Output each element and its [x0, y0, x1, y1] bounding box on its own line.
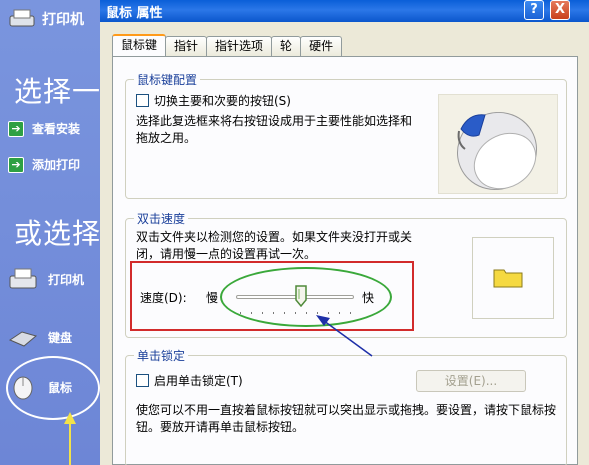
- slider-tick: [262, 312, 263, 314]
- title-bar[interactable]: 鼠标 属性 ? X: [100, 0, 589, 22]
- arrow-icon: ➔: [8, 156, 24, 173]
- category-printer[interactable]: 打印机: [8, 266, 84, 292]
- slider-tick: [306, 312, 307, 314]
- button-config-group: 鼠标键配置 切换主要和次要的按钮(S) 选择此复选框来将右按钮设成用于主要性能如…: [125, 71, 567, 199]
- control-panel-sidebar: 打印机 选择一 ➔ 查看安装 ➔ 添加打印 或选择 打印机 键盘 鼠标: [0, 0, 106, 465]
- click-lock-option[interactable]: 启用单击锁定(T): [136, 372, 243, 389]
- button-config-label: 鼠标键配置: [134, 71, 201, 88]
- tab-pointer-options[interactable]: 指针选项: [206, 36, 273, 56]
- printer-icon: [9, 268, 37, 289]
- click-lock-label: 单击锁定: [134, 347, 189, 364]
- speed-label: 速度(D):: [140, 291, 187, 305]
- speed-slider-thumb[interactable]: [295, 285, 307, 307]
- printers-header: 打印机: [8, 8, 84, 30]
- switch-buttons-checkbox[interactable]: [136, 94, 149, 107]
- tab-pointers[interactable]: 指针: [165, 36, 208, 56]
- slider-tick: [273, 312, 274, 314]
- slider-tick: [317, 312, 318, 314]
- settings-button[interactable]: 设置(E)...: [416, 370, 526, 392]
- slider-tick: [240, 312, 241, 314]
- slider-tick: [251, 312, 252, 314]
- click-lock-checkbox-label: 启用单击锁定(T): [154, 374, 243, 388]
- task-add-printer[interactable]: ➔ 添加打印: [8, 156, 80, 173]
- click-lock-group: 单击锁定 启用单击锁定(T) 设置(E)... 使您可以不用一直按着鼠标按钮就可…: [125, 347, 567, 465]
- switch-buttons-description: 选择此复选框来将右按钮设成用于主要性能如选择和拖放之用。: [136, 114, 413, 145]
- slider-tick: [350, 312, 351, 314]
- help-button[interactable]: ?: [524, 0, 544, 20]
- tab-strip: 鼠标键 指针 指针选项 轮 硬件: [112, 34, 343, 56]
- printers-title: 打印机: [42, 12, 84, 28]
- task-add-label: 添加打印: [32, 158, 81, 172]
- close-button[interactable]: X: [550, 0, 570, 20]
- tab-buttons[interactable]: 鼠标键: [112, 34, 167, 56]
- folder-icon[interactable]: [493, 266, 523, 288]
- switch-buttons-label: 切换主要和次要的按钮(S): [154, 94, 291, 108]
- task-view-label: 查看安装: [32, 122, 81, 136]
- switch-buttons-option[interactable]: 切换主要和次要的按钮(S): [136, 92, 291, 109]
- slider-tick: [295, 312, 296, 314]
- tab-panel: 鼠标键配置 切换主要和次要的按钮(S) 选择此复选框来将右按钮设成用于主要性能如…: [112, 56, 578, 465]
- double-click-label: 双击速度: [134, 210, 189, 227]
- category-printer-label: 打印机: [48, 272, 85, 287]
- printer-icon: [9, 9, 35, 27]
- slider-tick: [339, 312, 340, 314]
- dialog-title: 鼠标 属性: [106, 6, 163, 21]
- annotation-arrow-icon: [64, 412, 76, 465]
- slider-ticks: [240, 312, 351, 314]
- category-keyboard[interactable]: 键盘: [8, 324, 72, 350]
- double-click-description: 双击文件夹以检测您的设置。如果文件夹没打开或关闭，请用慢一点的设置再试一次。: [136, 230, 413, 261]
- click-lock-description: 使您可以不用一直按着鼠标按钮就可以突出显示或拖拽。要设置，请按下鼠标按钮。要放开…: [136, 403, 557, 434]
- annotation-box: 速度(D): 慢 快: [130, 261, 414, 331]
- tab-wheel[interactable]: 轮: [271, 36, 302, 56]
- mouse-preview: [438, 94, 558, 194]
- or-pick-heading: 或选择: [14, 217, 102, 250]
- test-area[interactable]: [472, 237, 554, 319]
- arrow-icon: ➔: [8, 120, 24, 137]
- mouse-illustration-icon: [456, 111, 538, 191]
- click-lock-checkbox[interactable]: [136, 374, 149, 387]
- tab-hardware[interactable]: 硬件: [300, 36, 343, 56]
- keyboard-icon: [8, 331, 38, 347]
- task-view-installed[interactable]: ➔ 查看安装: [8, 120, 80, 137]
- slow-label: 慢: [206, 291, 219, 305]
- slider-tick: [328, 312, 329, 314]
- category-keyboard-label: 键盘: [48, 330, 73, 345]
- slider-tick: [284, 312, 285, 314]
- double-click-group: 双击速度 双击文件夹以检测您的设置。如果文件夹没打开或关闭，请用慢一点的设置再试…: [125, 210, 567, 338]
- pick-task-heading: 选择一: [14, 75, 102, 108]
- mouse-properties-dialog: 鼠标 属性 ? X 鼠标键 指针 指针选项 轮 硬件 鼠标键配置 切换主要和次要…: [100, 0, 589, 465]
